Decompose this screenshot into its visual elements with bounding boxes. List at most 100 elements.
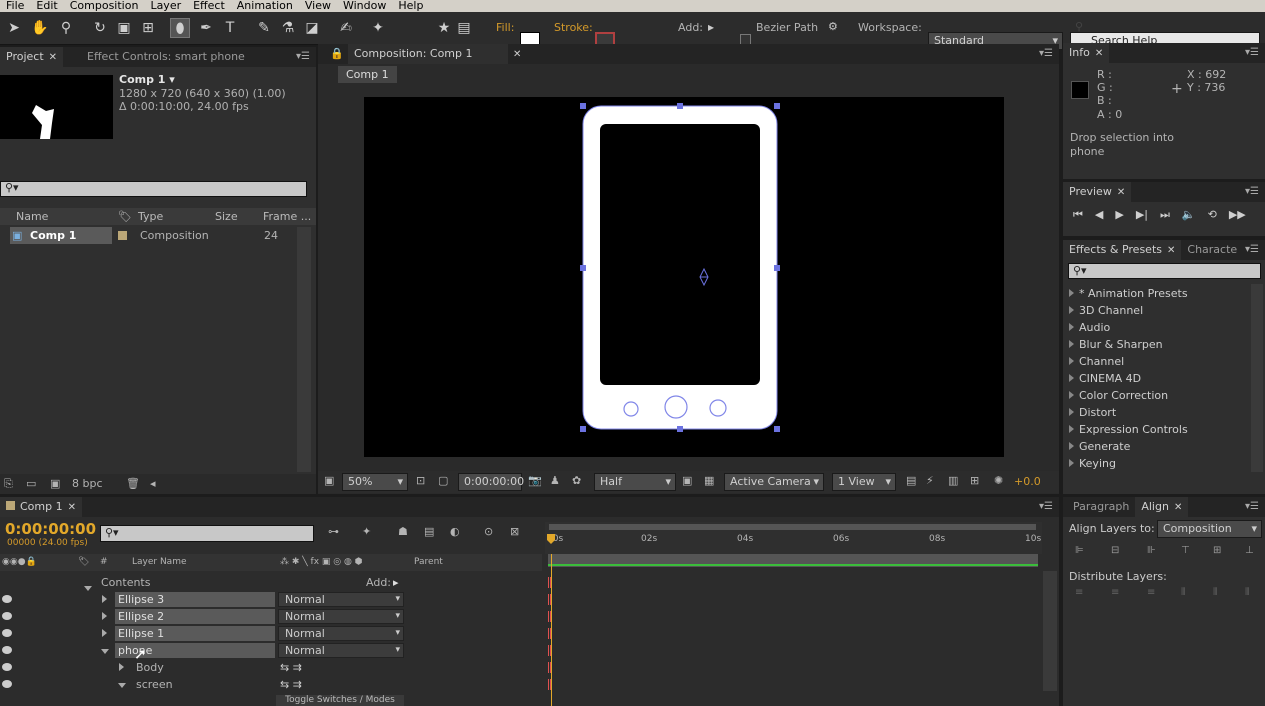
menu-effect[interactable]: Effect bbox=[187, 0, 231, 12]
effects-item[interactable]: Channel bbox=[1069, 353, 1124, 370]
fast-preview-icon[interactable]: ⚡ bbox=[926, 474, 934, 487]
close-icon[interactable]: ✕ bbox=[1167, 245, 1175, 256]
panel-menu-icon[interactable]: ▾☰ bbox=[1245, 186, 1259, 197]
project-item-row[interactable]: ▣ Comp 1 Composition 24 bbox=[0, 227, 296, 244]
prev-frame-icon[interactable]: ◀ bbox=[1095, 208, 1103, 221]
switches-icon[interactable]: ⁂ ✱ ╲ fx ▣ ◎ ◍ ⬢ bbox=[280, 554, 363, 571]
effects-item[interactable]: CINEMA 4D bbox=[1069, 370, 1141, 387]
blend-mode-select[interactable]: Normal bbox=[278, 609, 404, 624]
visibility-icon[interactable] bbox=[2, 680, 12, 688]
new-folder-icon[interactable]: ▭ bbox=[26, 474, 36, 494]
camera-tool-icon[interactable]: ▣ bbox=[114, 18, 134, 38]
menu-layer[interactable]: Layer bbox=[144, 0, 187, 12]
first-frame-icon[interactable]: ⏮ bbox=[1073, 208, 1083, 222]
keyframe-marker[interactable] bbox=[548, 645, 551, 656]
comp-timecode[interactable]: 0:00:00:00 bbox=[458, 473, 524, 491]
menu-edit[interactable]: Edit bbox=[30, 0, 63, 12]
add-shape-icon[interactable]: ▸ bbox=[393, 574, 399, 591]
ram-preview-icon[interactable]: ▶▶ bbox=[1229, 208, 1246, 221]
effects-scrollbar[interactable] bbox=[1251, 284, 1263, 472]
layer-name[interactable]: Ellipse 2 bbox=[115, 609, 275, 624]
menu-file[interactable]: File bbox=[0, 0, 30, 12]
path-ops-icon[interactable]: ⇆ ⇉ bbox=[280, 659, 302, 676]
sub-row[interactable]: screen ⇆ ⇉ bbox=[0, 676, 1059, 693]
visibility-icon[interactable] bbox=[2, 663, 12, 671]
close-icon[interactable]: ✕ bbox=[1117, 187, 1125, 198]
keyframe-marker[interactable] bbox=[548, 594, 551, 605]
rotate-tool-icon[interactable]: ↻ bbox=[90, 18, 110, 38]
layer-name[interactable]: Ellipse 1 bbox=[115, 626, 275, 641]
loop-icon[interactable]: ⟲ bbox=[1208, 208, 1217, 221]
fill-label[interactable]: Fill: bbox=[496, 21, 514, 34]
image-tool-icon[interactable]: ▤ bbox=[454, 18, 474, 38]
region-icon[interactable]: ▣ bbox=[682, 474, 692, 487]
scroll-left-icon[interactable]: ◂ bbox=[150, 474, 156, 494]
comp-viewer[interactable] bbox=[364, 97, 1004, 457]
comp-mini-flowchart-icon[interactable]: ⊶ bbox=[328, 525, 339, 538]
align-bottom-icon[interactable]: ⊥ bbox=[1245, 545, 1261, 559]
align-left-icon[interactable]: ⊫ bbox=[1075, 545, 1091, 559]
path-ops-icon[interactable]: ⇆ ⇉ bbox=[280, 676, 302, 693]
pan-behind-tool-icon[interactable]: ⊞ bbox=[138, 18, 158, 38]
distribute-vcenter-icon[interactable]: ≡ bbox=[1111, 587, 1127, 601]
flowchart-icon[interactable]: ⊞ bbox=[970, 474, 979, 487]
show-snapshot-icon[interactable]: ♟ bbox=[550, 474, 560, 487]
label-icon[interactable]: 🏷 bbox=[118, 208, 132, 225]
ellipse-tool-icon[interactable]: ⬮ bbox=[170, 18, 190, 38]
snapshot-icon[interactable]: 📷 bbox=[528, 474, 542, 487]
exposure-icon[interactable]: ✺ bbox=[994, 474, 1003, 487]
layer-name[interactable]: Ellipse 3 bbox=[115, 592, 275, 607]
keyframe-marker[interactable] bbox=[548, 662, 551, 673]
panel-menu-icon[interactable]: ▾☰ bbox=[1245, 244, 1259, 255]
blend-mode-select[interactable]: Normal bbox=[278, 643, 404, 658]
render-icon[interactable]: ⚙ bbox=[828, 20, 838, 33]
star-tool-icon[interactable]: ★ bbox=[434, 18, 454, 38]
zoom-select[interactable]: 50% bbox=[342, 473, 408, 491]
contents-row[interactable]: Contents Add: ▸ bbox=[0, 574, 1059, 591]
effects-search-input[interactable]: ⚲▾ bbox=[1068, 263, 1261, 279]
tab-preview[interactable]: Preview ✕ bbox=[1063, 182, 1132, 202]
tab-character[interactable]: Characte bbox=[1181, 240, 1243, 260]
align-to-select[interactable]: Composition bbox=[1157, 520, 1262, 538]
col-layer-name[interactable]: Layer Name bbox=[132, 554, 187, 571]
menu-help[interactable]: Help bbox=[392, 0, 429, 12]
toggle-pixel-icon[interactable]: ▤ bbox=[906, 474, 916, 487]
puppet-pin-tool-icon[interactable]: ✦ bbox=[368, 18, 388, 38]
last-frame-icon[interactable]: ⏭ bbox=[1160, 208, 1170, 222]
col-hash[interactable]: # bbox=[100, 554, 108, 571]
fit-icon[interactable]: ⊡ bbox=[416, 474, 425, 487]
keyframe-marker[interactable] bbox=[548, 611, 551, 622]
layer-row[interactable]: Ellipse 2 Normal bbox=[0, 608, 1059, 625]
brush-tool-icon[interactable]: ✎ bbox=[254, 18, 274, 38]
shy-icon[interactable]: ☗ bbox=[398, 525, 408, 538]
clone-stamp-tool-icon[interactable]: ⚗ bbox=[278, 18, 298, 38]
blend-mode-select[interactable]: Normal bbox=[278, 592, 404, 607]
bpc-label[interactable]: 8 bpc bbox=[72, 474, 103, 494]
time-ruler[interactable]: 00s 02s 04s 06s 08s 10s bbox=[545, 522, 1042, 554]
tab-project[interactable]: Project ✕ bbox=[0, 47, 64, 67]
tab-timeline[interactable]: Comp 1 ✕ bbox=[0, 497, 82, 517]
motion-blur-icon[interactable]: ◐ bbox=[450, 525, 460, 538]
keyframe-marker[interactable] bbox=[548, 577, 551, 588]
tab-effect-controls[interactable]: Effect Controls: smart phone bbox=[63, 47, 251, 67]
effects-item[interactable]: Blur & Sharpen bbox=[1069, 336, 1163, 353]
delete-icon[interactable]: 🗑 bbox=[126, 474, 140, 494]
tab-effects-presets[interactable]: Effects & Presets ✕ bbox=[1063, 240, 1182, 260]
col-name[interactable]: Name bbox=[16, 208, 48, 225]
play-icon[interactable]: ▶ bbox=[1115, 208, 1123, 221]
draft-3d-icon[interactable]: ✦ bbox=[362, 525, 371, 538]
align-hcenter-icon[interactable]: ⊟ bbox=[1111, 545, 1127, 559]
align-top-icon[interactable]: ⊤ bbox=[1181, 545, 1197, 559]
visibility-icon[interactable] bbox=[2, 595, 12, 603]
panel-menu-icon[interactable]: ▾☰ bbox=[1245, 501, 1259, 512]
hand-tool-icon[interactable]: ✋ bbox=[30, 18, 50, 38]
selection-tool-icon[interactable]: ➤ bbox=[4, 18, 24, 38]
effects-item[interactable]: * Animation Presets bbox=[1069, 285, 1188, 302]
comp-breadcrumb[interactable]: Comp 1 bbox=[338, 66, 397, 83]
resolution-select[interactable]: Half bbox=[594, 473, 676, 491]
next-frame-icon[interactable]: ▶| bbox=[1136, 208, 1148, 221]
keyframe-marker[interactable] bbox=[548, 679, 551, 690]
views-select[interactable]: 1 View bbox=[832, 473, 896, 491]
label-icon[interactable]: 🏷 bbox=[78, 554, 89, 571]
project-search-input[interactable] bbox=[0, 181, 307, 197]
